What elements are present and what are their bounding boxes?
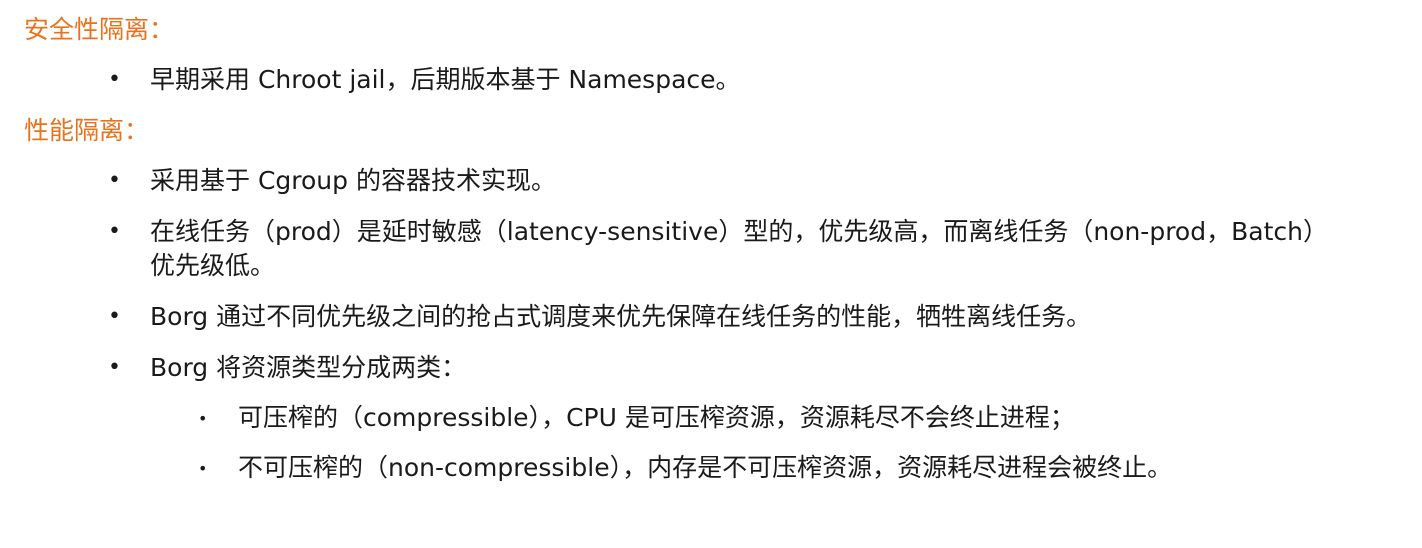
bullet-icon: • — [108, 304, 121, 329]
bullet-icon: • — [108, 168, 121, 193]
list-item-text: 在线任务（prod）是延时敏感（latency-sensitive）型的，优先级… — [150, 217, 1328, 280]
list-item-text: Borg 将资源类型分成两类： — [150, 353, 467, 382]
sub-list-item-text: 可压榨的（compressible），CPU 是可压榨资源，资源耗尽不会终止进程… — [238, 403, 1075, 432]
list-item-text: 采用基于 Cgroup 的容器技术实现。 — [150, 166, 556, 195]
bullet-icon: • — [198, 409, 208, 428]
heading-security-isolation: 安全性隔离： — [24, 15, 175, 44]
heading-performance-isolation: 性能隔离： — [24, 116, 150, 145]
list-item: • Borg 通过不同优先级之间的抢占式调度来优先保障在线任务的性能，牺牲离线任… — [108, 300, 1350, 334]
list-item: • 早期采用 Chroot jail，后期版本基于 Namespace。 — [108, 63, 1350, 97]
list-item: • 采用基于 Cgroup 的容器技术实现。 — [108, 164, 1350, 198]
bullet-icon: • — [108, 219, 121, 244]
list-item: • Borg 将资源类型分成两类： — [108, 351, 1350, 385]
sub-list-item: • 可压榨的（compressible），CPU 是可压榨资源，资源耗尽不会终止… — [198, 401, 1388, 435]
list-item: • 在线任务（prod）是延时敏感（latency-sensitive）型的，优… — [108, 215, 1350, 283]
list-item-text: Borg 通过不同优先级之间的抢占式调度来优先保障在线任务的性能，牺牲离线任务。 — [150, 302, 1092, 331]
sub-list-item: • 不可压榨的（non-compressible），内存是不可压榨资源，资源耗尽… — [198, 451, 1388, 485]
bullet-icon: • — [108, 67, 121, 92]
sub-list-item-text: 不可压榨的（non-compressible），内存是不可压榨资源，资源耗尽进程… — [238, 453, 1173, 482]
bullet-icon: • — [198, 459, 208, 478]
bullet-icon: • — [108, 355, 121, 380]
list-item-text: 早期采用 Chroot jail，后期版本基于 Namespace。 — [150, 65, 741, 94]
